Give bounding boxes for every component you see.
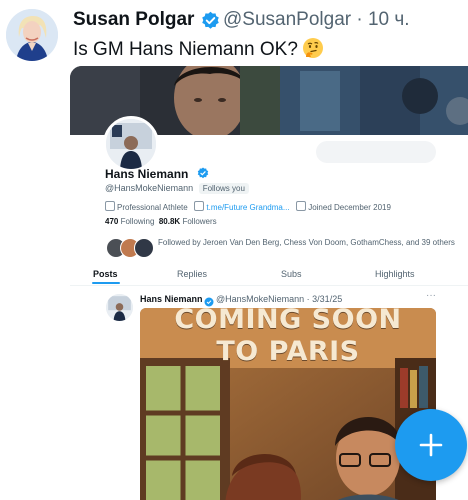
profile-category: Professional Athlete — [117, 203, 188, 212]
author-handle[interactable]: @SusanPolgar — [223, 9, 351, 30]
tweet-text: Is GM Hans Niemann OK? — [73, 37, 324, 61]
tweet-time[interactable]: 10 ч. — [368, 9, 410, 30]
tab-divider — [70, 285, 468, 286]
followers-label: Followers — [182, 217, 217, 226]
follows-you-badge: Follows you — [198, 183, 249, 194]
post-verified-icon — [204, 294, 214, 307]
profile-avatar[interactable] — [103, 116, 159, 172]
tab-highlights: Highlights — [375, 269, 415, 279]
tab-posts: Posts — [93, 269, 118, 279]
plus-icon — [419, 433, 443, 457]
profile-name: Hans Niemann — [105, 167, 189, 181]
post-image: COMING SOON TO PARIS — [140, 308, 436, 500]
link-icon — [194, 201, 205, 211]
followers-count: 80.8K — [158, 217, 181, 226]
profile-verified-icon — [197, 166, 209, 179]
profile-counts: 470 Following 80.8K Followers — [105, 217, 217, 226]
tab-subs: Subs — [281, 269, 302, 279]
author-avatar[interactable] — [6, 9, 58, 61]
poster-headline-line1: COMING SOON — [174, 308, 402, 335]
poster-headline-line2: TO PARIS — [216, 336, 360, 367]
thinking-face-icon — [302, 37, 324, 59]
more-options-icon: ··· — [426, 290, 436, 301]
author-name[interactable]: Susan Polgar — [73, 9, 194, 31]
profile-handle-row: @HansMokeNiemann Follows you — [105, 183, 249, 194]
follower-avatar — [134, 238, 154, 258]
post-handle-date: @HansMokeNiemann · 3/31/25 — [216, 294, 343, 304]
compose-button[interactable] — [395, 409, 467, 481]
post-avatar — [106, 294, 133, 321]
author-handle-time: @SusanPolgar · 10 ч. — [223, 9, 410, 31]
profile-joined: Joined December 2019 — [308, 203, 391, 212]
profile-link: t.me/Future Grandma... — [206, 203, 290, 212]
tweet-body: Is GM Hans Niemann OK? — [73, 39, 298, 60]
following-count: 470 — [105, 217, 119, 226]
profile-handle: @HansMokeNiemann — [105, 183, 194, 193]
post-author-name: Hans Niemann — [140, 294, 203, 304]
verified-badge-icon — [201, 11, 220, 30]
tab-replies: Replies — [177, 269, 208, 279]
calendar-icon — [296, 201, 307, 211]
profile-meta: Professional Athlete t.me/Future Grandma… — [105, 201, 391, 212]
briefcase-icon — [105, 201, 115, 211]
post-date: 3/31/25 — [312, 294, 343, 304]
post-handle: @HansMokeNiemann — [216, 294, 305, 304]
active-tab-indicator — [92, 282, 120, 284]
followed-by-text: Followed by Jeroen Van Den Berg, Chess V… — [158, 238, 455, 247]
dot-separator: · — [356, 9, 363, 30]
following-label: Following — [120, 217, 155, 226]
profile-action-blurred — [316, 141, 436, 163]
